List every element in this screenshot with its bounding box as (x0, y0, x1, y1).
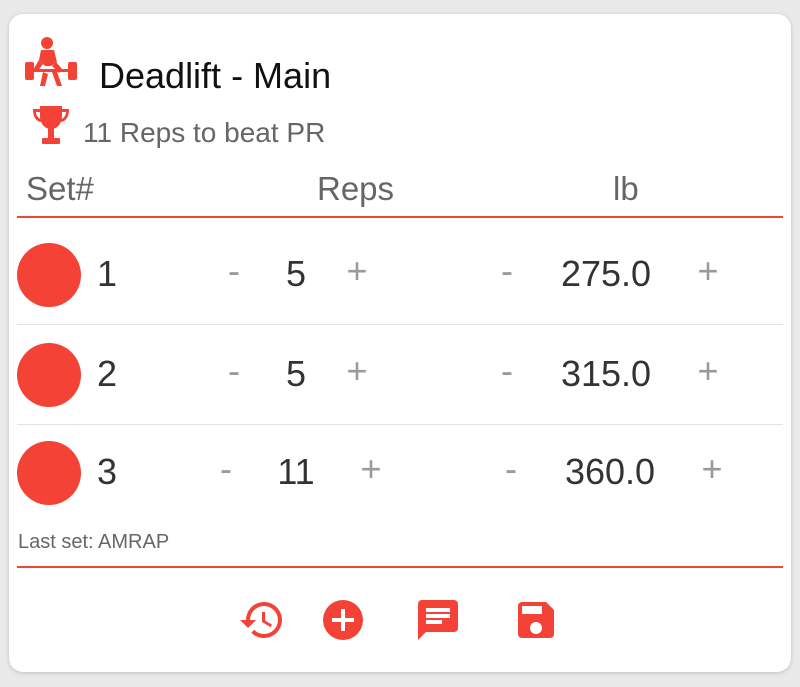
set-row: 3 - 11 + - 360.0 + (9, 424, 791, 522)
history-icon[interactable] (238, 596, 286, 644)
exercise-title: Deadlift - Main (99, 55, 332, 96)
reps-column-header: Reps (317, 170, 395, 207)
reps-decrement-button[interactable]: - (214, 253, 254, 289)
exercise-card: Deadlift - Main 11 Reps to beat PR Set# … (9, 14, 791, 672)
weight-decrement-button[interactable]: - (487, 253, 527, 289)
set-number: 2 (97, 353, 118, 394)
pr-target-text: 11 Reps to beat PR (83, 117, 326, 148)
set-number: 1 (97, 253, 118, 294)
set-column-header: Set# (26, 170, 94, 207)
weight-value[interactable]: 360.0 (545, 454, 675, 490)
reps-decrement-button[interactable]: - (214, 353, 254, 389)
weight-value[interactable]: 315.0 (541, 356, 671, 392)
reps-value[interactable]: 11 (256, 454, 336, 490)
set-number: 3 (97, 451, 118, 492)
weight-value[interactable]: 275.0 (541, 256, 671, 292)
comment-icon[interactable] (414, 596, 462, 644)
weight-increment-button[interactable]: + (692, 451, 732, 487)
reps-increment-button[interactable]: + (351, 451, 391, 487)
save-icon[interactable] (512, 596, 560, 644)
trophy-icon (31, 104, 71, 150)
reps-value[interactable]: 5 (256, 356, 336, 392)
reps-decrement-button[interactable]: - (206, 451, 246, 487)
set-row: 2 - 5 + - 315.0 + (9, 326, 791, 424)
weight-column-header: lb (613, 170, 639, 207)
reps-increment-button[interactable]: + (337, 253, 377, 289)
header-divider (17, 216, 783, 218)
last-set-note: Last set: AMRAP (18, 531, 170, 553)
footer-divider (17, 566, 783, 568)
reps-increment-button[interactable]: + (337, 353, 377, 389)
deadlift-icon (23, 36, 79, 88)
reps-value[interactable]: 5 (256, 256, 336, 292)
weight-decrement-button[interactable]: - (491, 451, 531, 487)
set-row: 1 - 5 + - 275.0 + (9, 226, 791, 324)
set-status-circle[interactable] (17, 343, 81, 407)
add-circle-icon[interactable] (319, 596, 367, 644)
set-status-circle[interactable] (17, 441, 81, 505)
weight-increment-button[interactable]: + (688, 353, 728, 389)
weight-increment-button[interactable]: + (688, 253, 728, 289)
set-status-circle[interactable] (17, 243, 81, 307)
weight-decrement-button[interactable]: - (487, 353, 527, 389)
row-divider (17, 324, 783, 325)
